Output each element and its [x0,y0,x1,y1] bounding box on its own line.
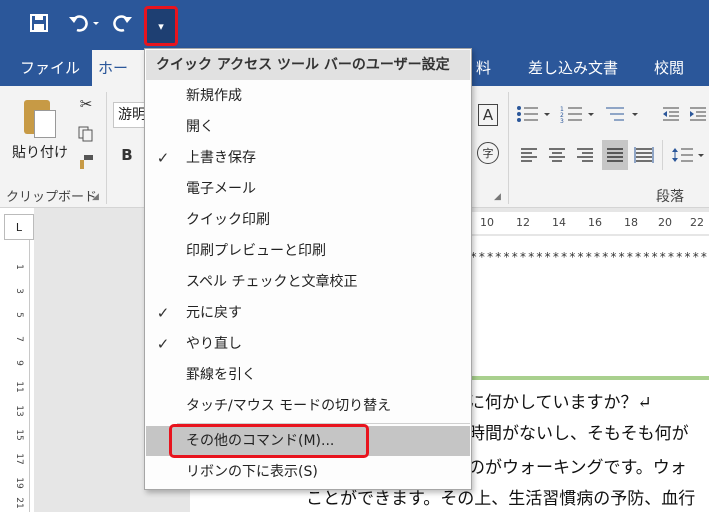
menu-item-show-below-ribbon[interactable]: リボンの下に表示(S) [146,457,470,487]
menu-item-label: スペル チェックと文章校正 [186,274,358,290]
paste-icon[interactable] [20,96,62,140]
tab-home[interactable]: ホーム [92,50,144,113]
menu-item-touch-mode[interactable]: タッチ/マウス モードの切り替え [146,391,470,421]
check-icon: ✓ [156,304,170,322]
ruler-number: 3 [14,288,24,294]
menu-item-print-preview[interactable]: 印刷プレビューと印刷 [146,236,470,266]
menu-item-undo[interactable]: ✓ 元に戻す [146,298,470,328]
distributed-icon[interactable] [632,142,656,168]
align-center-icon[interactable] [546,142,568,168]
ruler-tick-label: 10 [480,216,494,229]
decrease-indent-icon[interactable] [660,102,682,126]
redo-icon[interactable] [108,8,138,38]
cut-icon[interactable]: ✂ [76,94,96,114]
group-divider [106,92,107,204]
align-left-icon[interactable] [518,142,540,168]
menu-item-label: 新規作成 [186,88,242,104]
ruler-number: 11 [14,381,24,393]
menu-item-label: 開く [186,119,214,135]
font-name-box[interactable]: 游明 [113,102,147,128]
check-icon: ✓ [156,149,170,167]
ruler-number: 7 [14,336,24,342]
menu-item-draw-table[interactable]: 罫線を引く [146,360,470,390]
undo-icon[interactable] [64,8,104,38]
paste-button-label[interactable]: 貼り付け [12,142,68,162]
line-spacing-icon[interactable] [670,142,706,168]
menu-item-label: 罫線を引く [186,367,256,383]
ruler-number: 13 [14,405,24,417]
tab-review[interactable]: 校閲 [648,50,690,86]
ruler-tick-label: 12 [516,216,530,229]
menu-item-label: やり直し [186,336,242,352]
menu-item-redo[interactable]: ✓ やり直し [146,329,470,359]
menu-item-label: クイック印刷 [186,212,270,228]
copy-icon[interactable] [76,124,96,144]
numbering-icon[interactable]: 123 [560,102,596,126]
ruler-number: 5 [14,312,24,318]
customize-dropdown-icon: ▾ [158,19,164,33]
doc-text-line: に何かしていますか？↵ [468,393,652,413]
multilevel-list-icon[interactable] [604,102,640,126]
vertical-ruler: 1 3 5 7 9 11 13 15 17 19 21 [8,240,30,512]
ruler-number: 9 [14,360,24,366]
tab-selector-icon[interactable]: L [4,214,34,240]
menu-item-label: 上書き保存 [186,150,256,166]
group-divider [508,92,509,204]
menu-item-label: 電子メール [186,181,256,197]
doc-text-line: のがウォーキングです。ウォ [468,458,687,478]
horizontal-ruler: 10 12 14 16 18 20 22 [460,212,709,234]
justify-icon[interactable] [602,140,628,170]
menu-item-open[interactable]: 開く [146,112,470,142]
svg-text:3: 3 [560,118,564,123]
tab-mailings[interactable]: 差し込み文書 [522,50,624,86]
menu-header: クイック アクセス ツール バーのユーザー設定 [146,50,470,80]
ruler-number: 15 [14,429,24,441]
menu-item-label: 元に戻す [186,305,242,321]
save-icon[interactable] [24,8,54,38]
tab-references[interactable]: 料 [470,50,497,86]
ruler-tick-label: 14 [552,216,566,229]
menu-item-email[interactable]: 電子メール [146,174,470,204]
menu-item-label: リボンの下に表示(S) [186,464,318,480]
clipboard-launcher-icon[interactable]: ◢ [92,192,99,202]
enclose-char-icon[interactable]: 字 [477,142,499,164]
font-launcher-icon[interactable]: ◢ [494,192,501,202]
doc-star-line: **************************************** [470,250,709,264]
bold-button[interactable]: B [118,144,136,166]
title-bar: ▾ [0,0,709,50]
group-divider [662,140,663,170]
customize-qat-button[interactable]: ▾ [144,6,178,46]
ruler-tick-label: 16 [588,216,602,229]
ruler-tick-label: 20 [658,216,672,229]
bullets-icon[interactable] [516,102,552,126]
ruler-tick-label: 22 [690,216,704,229]
increase-indent-icon[interactable] [688,102,708,126]
menu-item-spelling[interactable]: スペル チェックと文章校正 [146,267,470,297]
ruler-tick-label: 18 [624,216,638,229]
ruler-number: 21 [14,497,24,509]
text-box-icon[interactable]: A [478,104,498,126]
menu-item-quick-print[interactable]: クイック印刷 [146,205,470,235]
ruler-number: 1 [14,264,24,270]
tab-file[interactable]: ファイル [14,50,86,86]
menu-item-save[interactable]: ✓ 上書き保存 [146,143,470,173]
ruler-number: 17 [14,453,24,465]
highlight-annotation-box [169,424,369,458]
clipboard-group-label: クリップボード [6,190,98,205]
paragraph-group-label: 段落 [656,189,684,205]
format-painter-icon[interactable] [76,152,96,172]
align-right-icon[interactable] [574,142,596,168]
ruler-number: 19 [14,477,24,489]
doc-text-line: 時間がないし、そもそも何が [468,424,689,444]
menu-item-label: タッチ/マウス モードの切り替え [186,398,392,414]
menu-item-new[interactable]: 新規作成 [146,81,470,111]
menu-item-label: 印刷プレビューと印刷 [186,243,326,259]
check-icon: ✓ [156,335,170,353]
